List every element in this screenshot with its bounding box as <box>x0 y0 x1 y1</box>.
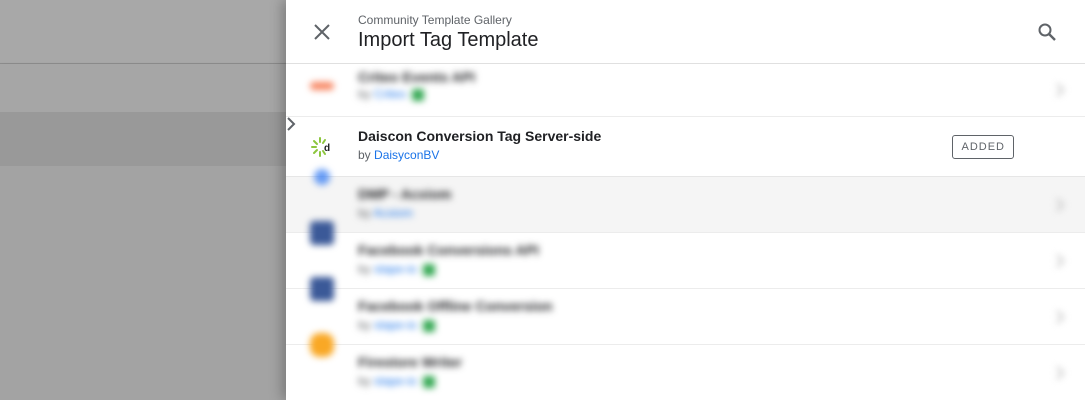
chevron-right-icon <box>1056 253 1065 268</box>
template-name: Facebook Offline Conversion <box>358 298 553 314</box>
author-link[interactable]: DaisyconBV <box>374 148 439 162</box>
template-name: Facebook Conversions API <box>358 242 539 258</box>
template-gallery-drawer: Community Template Gallery Import Tag Te… <box>286 0 1085 400</box>
template-logo-icon <box>310 82 334 90</box>
list-item[interactable]: DMP - Acxiom by Acxiom <box>286 169 1085 233</box>
chevron-right-icon <box>1056 365 1065 380</box>
facebook-logo-icon <box>310 277 334 301</box>
chevron-right-icon <box>1056 309 1065 324</box>
template-name: DMP - Acxiom <box>358 186 452 202</box>
template-name: Firestore Writer <box>358 354 462 370</box>
chevron-right-icon <box>1056 197 1065 212</box>
drawer-header: Community Template Gallery Import Tag Te… <box>286 0 1085 64</box>
verified-badge-icon <box>422 319 435 332</box>
close-button[interactable] <box>308 18 336 46</box>
svg-text:d: d <box>324 143 330 154</box>
list-item-daiscon[interactable]: d Daiscon Conversion Tag Server-side by … <box>286 117 1085 177</box>
list-item[interactable]: Facebook Conversions API by stape-io <box>286 221 1085 289</box>
template-name: Criteo Events API <box>358 69 475 85</box>
search-button[interactable] <box>1033 18 1061 46</box>
facebook-logo-icon <box>310 221 334 245</box>
firestore-logo-icon <box>310 333 334 357</box>
chevron-right-icon <box>1056 83 1065 97</box>
template-logo-icon <box>314 169 330 185</box>
template-author: by stape-io <box>358 318 435 332</box>
template-author: by Criteo <box>358 87 425 101</box>
gallery-subtitle: Community Template Gallery <box>358 13 512 27</box>
added-badge: ADDED <box>952 135 1014 159</box>
template-author: by stape-io <box>358 374 435 388</box>
chevron-right-icon <box>287 117 296 131</box>
search-icon <box>1038 23 1056 41</box>
verified-badge-icon <box>422 375 435 388</box>
drawer-title: Import Tag Template <box>358 29 539 51</box>
template-author: by stape-io <box>358 262 435 276</box>
list-item[interactable]: Criteo Events API by Criteo <box>286 64 1085 117</box>
template-name: Daiscon Conversion Tag Server-side <box>358 128 602 144</box>
close-icon <box>314 24 330 40</box>
template-author: by Acxiom <box>358 206 413 220</box>
template-author: by DaisyconBV <box>358 148 440 162</box>
template-list: Criteo Events API by Criteo d Daiscon Co… <box>286 64 1085 400</box>
verified-badge-icon <box>412 88 425 101</box>
verified-badge-icon <box>422 263 435 276</box>
list-item[interactable]: Facebook Offline Conversion by stape-io <box>286 277 1085 345</box>
daisycon-logo-icon: d <box>310 135 334 159</box>
list-item[interactable]: Firestore Writer by stape-io <box>286 333 1085 400</box>
